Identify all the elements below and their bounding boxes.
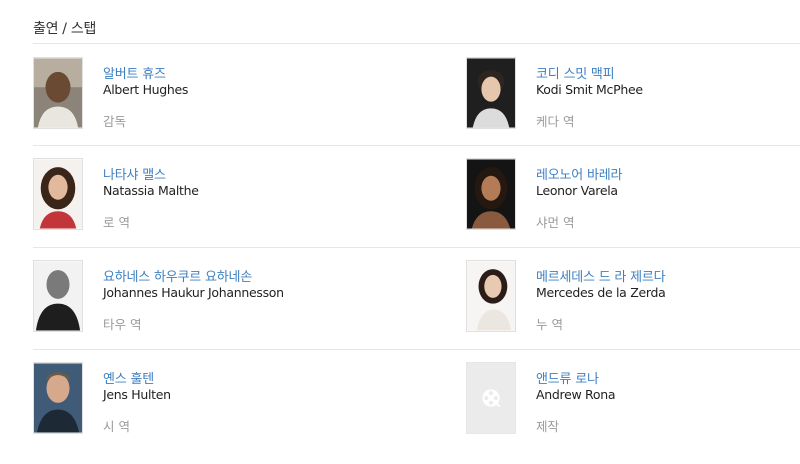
person-name-english: Kodi Smit McPhee xyxy=(536,82,643,97)
person-name-english: Johannes Haukur Johannesson xyxy=(103,285,284,300)
person-name-english: Albert Hughes xyxy=(103,82,189,97)
profile-photo[interactable] xyxy=(466,57,516,129)
profile-photo[interactable] xyxy=(33,362,83,434)
cast-item[interactable]: 옌스 훌텐 Jens Hulten 시 역 xyxy=(33,362,393,438)
person-role: 케다 역 xyxy=(536,114,575,129)
person-name-korean-link[interactable]: 옌스 훌텐 xyxy=(103,368,154,387)
person-photo-icon xyxy=(34,261,82,331)
person-role: 시 역 xyxy=(103,419,130,434)
profile-photo[interactable] xyxy=(33,158,83,230)
person-photo-icon xyxy=(467,159,515,229)
profile-photo-placeholder[interactable] xyxy=(466,362,516,434)
row-divider xyxy=(33,247,800,248)
person-photo-icon xyxy=(34,159,82,229)
person-role: 누 역 xyxy=(536,317,563,332)
cast-item[interactable]: 요하네스 하우쿠르 요하네손 Johannes Haukur Johanness… xyxy=(33,260,393,336)
profile-photo[interactable] xyxy=(33,260,83,332)
person-name-korean-link[interactable]: 레오노어 바레라 xyxy=(536,164,622,183)
person-photo-icon xyxy=(467,58,515,128)
row-divider xyxy=(33,145,800,146)
person-name-english: Andrew Rona xyxy=(536,387,616,402)
person-role: 샤먼 역 xyxy=(536,215,575,230)
profile-photo[interactable] xyxy=(33,57,83,129)
person-photo-icon xyxy=(467,261,515,331)
person-role: 제작 xyxy=(536,419,560,434)
person-role: 로 역 xyxy=(103,215,130,230)
person-name-english: Leonor Varela xyxy=(536,183,618,198)
person-name-korean-link[interactable]: 요하네스 하우쿠르 요하네손 xyxy=(103,266,252,285)
person-name-korean-link[interactable]: 메르세데스 드 라 제르다 xyxy=(536,266,666,285)
cast-item[interactable]: 코디 스밋 맥피 Kodi Smit McPhee 케다 역 xyxy=(466,57,800,133)
person-name-korean-link[interactable]: 앤드류 로나 xyxy=(536,368,599,387)
person-name-korean-link[interactable]: 알버트 휴즈 xyxy=(103,63,166,82)
row-divider xyxy=(33,349,800,350)
person-name-english: Mercedes de la Zerda xyxy=(536,285,666,300)
cast-item[interactable]: 앤드류 로나 Andrew Rona 제작 xyxy=(466,362,800,438)
section-title: 출연 / 스탭 xyxy=(33,21,97,37)
profile-photo[interactable] xyxy=(466,260,516,332)
cast-item[interactable]: 알버트 휴즈 Albert Hughes 감독 xyxy=(33,57,393,133)
cast-item[interactable]: 레오노어 바레라 Leonor Varela 샤먼 역 xyxy=(466,158,800,234)
person-role: 타우 역 xyxy=(103,317,142,332)
cast-item[interactable]: 메르세데스 드 라 제르다 Mercedes de la Zerda 누 역 xyxy=(466,260,800,336)
person-name-english: Natassia Malthe xyxy=(103,183,199,198)
profile-photo[interactable] xyxy=(466,158,516,230)
person-role: 감독 xyxy=(103,114,127,129)
cast-item[interactable]: 나타샤 맬스 Natassia Malthe 로 역 xyxy=(33,158,393,234)
person-name-korean-link[interactable]: 나타샤 맬스 xyxy=(103,164,166,183)
person-photo-icon xyxy=(34,363,82,433)
person-photo-icon xyxy=(34,58,82,128)
cast-crew-section: 출연 / 스탭 알버트 휴즈 Albert Hughes 감독 코디 스밋 맥피… xyxy=(0,0,800,464)
header-divider xyxy=(33,43,800,44)
person-name-english: Jens Hulten xyxy=(103,387,171,402)
person-name-korean-link[interactable]: 코디 스밋 맥피 xyxy=(536,63,615,82)
film-reel-icon xyxy=(467,363,515,433)
